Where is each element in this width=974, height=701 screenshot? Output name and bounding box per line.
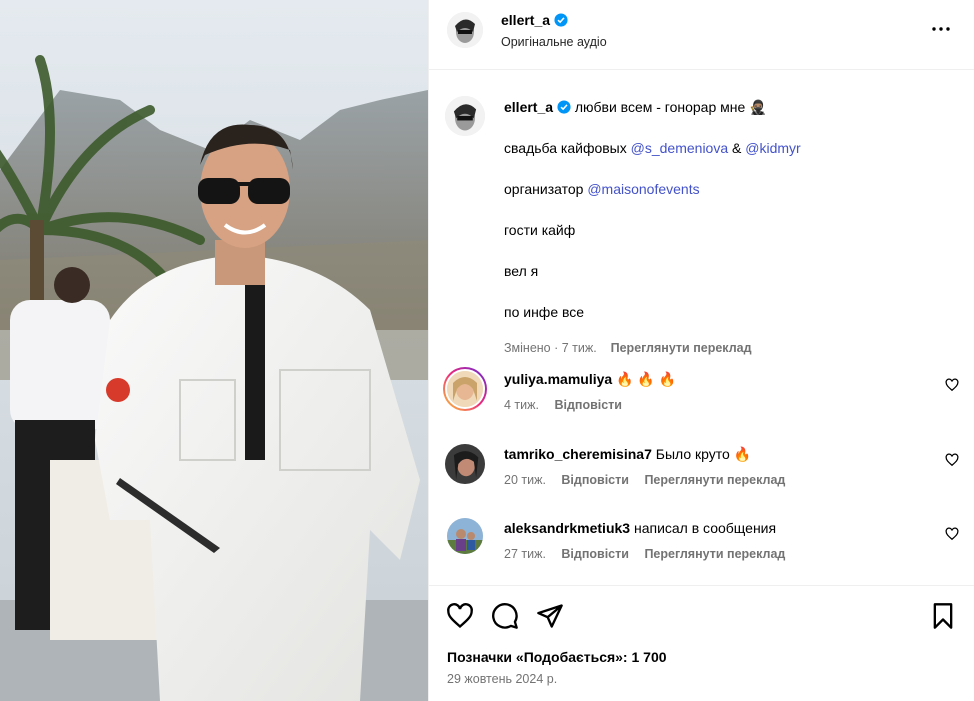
reply-link[interactable]: Відповісти xyxy=(554,398,622,412)
caption-avatar[interactable] xyxy=(445,96,485,136)
verified-icon xyxy=(557,100,571,114)
share-icon[interactable] xyxy=(536,602,564,630)
more-icon[interactable] xyxy=(929,17,953,41)
post-date: 29 жовтень 2024 р. xyxy=(447,672,558,686)
comment-like-icon[interactable] xyxy=(945,453,959,467)
mention-link[interactable]: @kidmyr xyxy=(745,140,800,156)
post-header: ellert_a Оригінальне аудіо xyxy=(429,0,974,70)
commenter-avatar[interactable] xyxy=(447,518,483,554)
comment-text: yuliya.mamuliya 🔥 🔥 🔥 xyxy=(504,370,676,388)
caption-line: организатор @maisonofevents xyxy=(504,181,700,197)
comment-item: tamriko_cheremisina7 Было круто 🔥 20 тиж… xyxy=(429,444,974,504)
mention-link[interactable]: @maisonofevents xyxy=(587,181,699,197)
caption-line: гости кайф xyxy=(504,222,576,238)
caption-line: свадьба кайфовых @s_demeniova & @kidmyr xyxy=(504,140,801,156)
comments-area[interactable]: ellert_a любви всем - гонорар мне 🥷🏽 сва… xyxy=(429,71,974,584)
comment-time: 20 тиж. xyxy=(504,473,546,487)
comment-body: 🔥 🔥 🔥 xyxy=(616,371,677,387)
comment-item: yuliya.mamuliya 🔥 🔥 🔥 4 тиж. Відповісти xyxy=(429,367,974,429)
author-avatar[interactable] xyxy=(447,12,483,48)
caption-line: по инфе все xyxy=(504,304,585,320)
comment-username[interactable]: yuliya.mamuliya xyxy=(504,371,612,387)
bookmark-icon[interactable] xyxy=(929,602,957,630)
post-caption: ellert_a любви всем - гонорар мне 🥷🏽 сва… xyxy=(504,98,944,357)
comment-text: tamriko_cheremisina7 Было круто 🔥 xyxy=(504,445,751,463)
comment-item: aleksandrkmetiuk3 написал в сообщения 27… xyxy=(429,518,974,578)
audio-label[interactable]: Оригінальне аудіо xyxy=(501,35,607,49)
translate-link[interactable]: Переглянути переклад xyxy=(644,473,785,487)
post-actions: Позначки «Подобається»: 1 700 29 жовтень… xyxy=(429,585,974,701)
post-image xyxy=(0,0,428,701)
comment-text: aleksandrkmetiuk3 написал в сообщения xyxy=(504,519,776,537)
translate-link[interactable]: Переглянути переклад xyxy=(644,547,785,561)
mention-link[interactable]: @s_demeniova xyxy=(631,140,729,156)
verified-icon xyxy=(554,13,568,27)
comment-body: написал в сообщения xyxy=(633,520,777,536)
comment-time: 4 тиж. xyxy=(504,398,539,412)
caption-meta: Змінено · 7 тиж. Переглянути переклад xyxy=(504,339,944,357)
caption-first-line: любви всем - гонорар мне 🥷🏽 xyxy=(574,99,767,115)
comment-body: Было круто 🔥 xyxy=(655,446,752,462)
post-photo[interactable] xyxy=(0,0,428,701)
heart-icon[interactable] xyxy=(446,602,474,630)
author-username[interactable]: ellert_a xyxy=(501,12,568,28)
comment-icon[interactable] xyxy=(491,602,519,630)
edited-time: Змінено · 7 тиж. xyxy=(504,341,597,355)
commenter-avatar[interactable] xyxy=(443,367,487,411)
comment-username[interactable]: tamriko_cheremisina7 xyxy=(504,446,652,462)
comment-meta: 27 тиж. Відповісти Переглянути переклад xyxy=(504,547,797,561)
comment-like-icon[interactable] xyxy=(945,527,959,541)
comment-username[interactable]: aleksandrkmetiuk3 xyxy=(504,520,630,536)
reply-link[interactable]: Відповісти xyxy=(561,547,629,561)
reply-link[interactable]: Відповісти xyxy=(561,473,629,487)
comment-like-icon[interactable] xyxy=(945,378,959,392)
caption-line: вел я xyxy=(504,263,539,279)
comment-meta: 4 тиж. Відповісти xyxy=(504,398,634,412)
likes-count[interactable]: Позначки «Подобається»: 1 700 xyxy=(447,649,667,665)
translate-link[interactable]: Переглянути переклад xyxy=(611,341,752,355)
comment-meta: 20 тиж. Відповісти Переглянути переклад xyxy=(504,473,797,487)
caption-username[interactable]: ellert_a xyxy=(504,99,553,115)
author-username-text[interactable]: ellert_a xyxy=(501,12,550,28)
post-panel: ellert_a Оригінальне аудіо ellert_a любв… xyxy=(428,0,974,701)
commenter-avatar[interactable] xyxy=(445,444,485,484)
comment-time: 27 тиж. xyxy=(504,547,546,561)
